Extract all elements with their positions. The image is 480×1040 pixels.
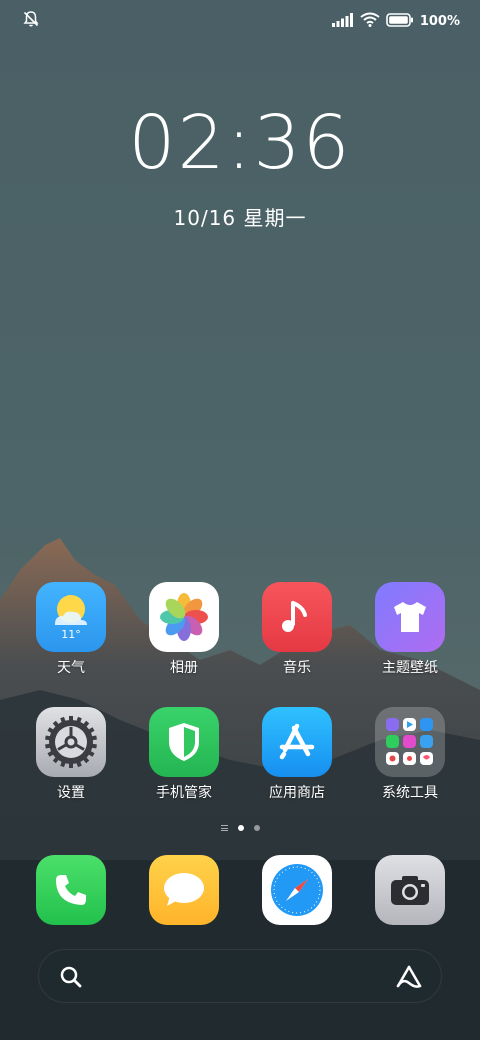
battery-icon (386, 12, 414, 31)
app-store-icon (262, 707, 332, 777)
messages-icon (149, 855, 219, 925)
battery-percentage: 100% (419, 13, 460, 29)
assistant-icon[interactable] (395, 964, 423, 994)
weather-icon: 11° (36, 582, 106, 652)
music-icon (262, 582, 332, 652)
browser-icon (262, 855, 332, 925)
app-security[interactable]: 手机管家 (129, 707, 239, 802)
app-label: 应用商店 (269, 785, 325, 801)
app-label: 手机管家 (156, 785, 212, 801)
dock-camera[interactable] (355, 855, 465, 925)
app-label: 天气 (57, 660, 85, 676)
app-music[interactable]: 音乐 (242, 582, 352, 677)
clock-time[interactable]: 02:36 (0, 106, 480, 180)
dock-messages[interactable] (129, 855, 239, 925)
page-dot (253, 825, 260, 831)
app-label: 主题壁纸 (382, 660, 438, 676)
app-label: 系统工具 (382, 785, 438, 801)
page-indicator[interactable] (0, 825, 480, 831)
search-icon[interactable] (59, 965, 83, 993)
app-settings[interactable]: 设置 (16, 707, 126, 802)
status-bar: 100% (0, 0, 480, 42)
folder-icon (375, 707, 445, 777)
app-folder-system-tools[interactable]: 系统工具 (355, 707, 465, 802)
status-icons: 100% (331, 11, 460, 31)
app-weather[interactable]: 11° 天气 (16, 582, 126, 677)
signal-icon (331, 12, 354, 31)
silent-bell-icon (22, 10, 42, 30)
app-themes[interactable]: 主题壁纸 (355, 582, 465, 677)
camera-icon (375, 855, 445, 925)
weather-temp: 11° (61, 628, 81, 641)
photos-icon (149, 582, 219, 652)
app-label: 相册 (170, 660, 198, 676)
app-label: 音乐 (283, 660, 311, 676)
app-photos[interactable]: 相册 (129, 582, 239, 677)
settings-icon (36, 707, 106, 777)
app-label: 设置 (57, 785, 85, 801)
app-store[interactable]: 应用商店 (242, 707, 352, 802)
dock-browser[interactable] (242, 855, 352, 925)
search-bar[interactable] (38, 949, 442, 1003)
page-dot-active (237, 825, 244, 831)
dock-phone[interactable] (16, 855, 126, 925)
security-icon (149, 707, 219, 777)
page-menu-icon (220, 825, 228, 831)
clock-date[interactable]: 10/16 星期一 (0, 202, 480, 231)
phone-icon (36, 855, 106, 925)
themes-icon (375, 582, 445, 652)
wifi-icon (360, 12, 380, 31)
